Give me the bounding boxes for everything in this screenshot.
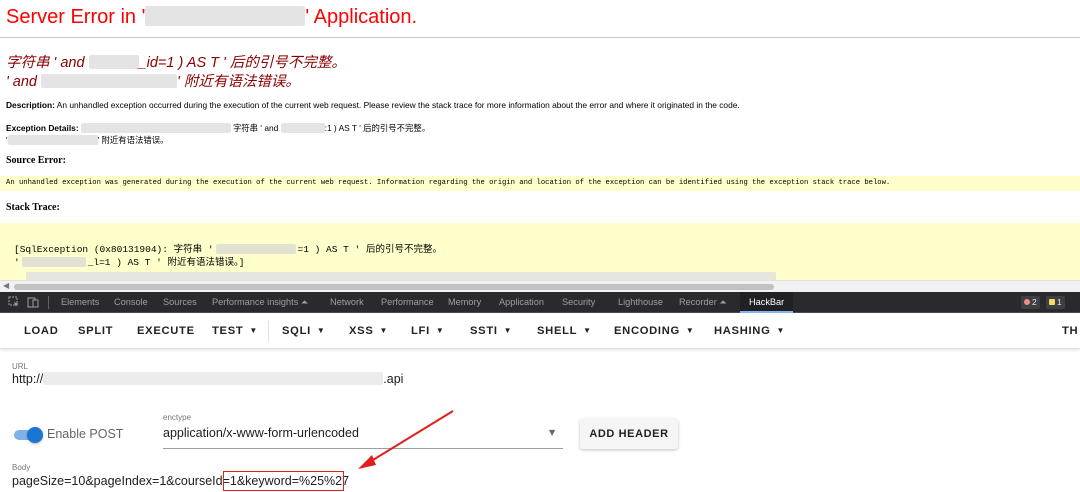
dropdown-caret-icon: ▼ bbox=[583, 326, 592, 335]
error-title-suffix: ' Application. bbox=[305, 6, 418, 28]
tab-console[interactable]: Console bbox=[114, 292, 148, 313]
stack-trace-heading: Stack Trace: bbox=[6, 202, 60, 213]
device-toggle-icon[interactable] bbox=[27, 296, 39, 308]
encoding-menu-button[interactable]: ENCODING ▼ bbox=[614, 313, 695, 349]
stack-trace-line-2: ' _l=1 ) AS T ' 附近有语法错误。] bbox=[14, 257, 245, 268]
server-error-page: Server Error in ' ' Application. 字符串 ' an… bbox=[0, 0, 1080, 292]
dropdown-caret-icon: ▼ bbox=[249, 326, 259, 335]
redacted-text bbox=[7, 135, 98, 145]
tab-sources[interactable]: Sources bbox=[163, 292, 197, 313]
stack-trace-box: [SqlException (0x80131904): 字符串 ' =1 ) AS… bbox=[0, 223, 1080, 280]
tab-lighthouse[interactable]: Lighthouse bbox=[618, 292, 663, 313]
error-icon bbox=[1024, 299, 1030, 305]
toolbar-divider bbox=[268, 321, 269, 342]
add-header-button[interactable]: ADD HEADER bbox=[580, 419, 678, 449]
stack-trace-line-1: [SqlException (0x80131904): 字符串 ' =1 ) AS… bbox=[14, 244, 442, 255]
redacted-text bbox=[88, 55, 139, 69]
tab-security[interactable]: Security bbox=[562, 292, 595, 313]
enctype-label: enctype bbox=[163, 413, 192, 422]
warning-count-badge[interactable]: 1 bbox=[1046, 296, 1065, 309]
toolbar-separator bbox=[48, 296, 49, 309]
arrow-icon bbox=[367, 410, 454, 464]
url-input[interactable]: http://.api bbox=[12, 372, 403, 386]
error-message-line-2: ' and ' 附近有语法错误。 bbox=[6, 74, 300, 90]
arrow-head-icon bbox=[358, 455, 376, 469]
tab-performance[interactable]: Performance bbox=[381, 292, 434, 313]
redacted-text bbox=[21, 257, 86, 267]
enable-post-label[interactable]: Enable POST bbox=[47, 427, 123, 441]
dropdown-caret-icon: ▼ bbox=[776, 326, 786, 335]
redacted-text bbox=[41, 74, 178, 88]
error-message-line-1: 字符串 ' and _id=1 ) AS T ' 后的引号不完整。 bbox=[6, 55, 346, 71]
execute-button[interactable]: EXECUTE bbox=[137, 313, 195, 349]
shell-menu-button[interactable]: SHELL ▼ bbox=[537, 313, 592, 349]
toggle-knob bbox=[27, 427, 43, 443]
lfi-menu-button[interactable]: LFI ▼ bbox=[411, 313, 445, 349]
dropdown-caret-icon: ▼ bbox=[503, 326, 513, 335]
split-button[interactable]: SPLIT bbox=[78, 313, 113, 349]
ssti-menu-button[interactable]: SSTI ▼ bbox=[470, 313, 512, 349]
xss-menu-button[interactable]: XSS ▼ bbox=[349, 313, 388, 349]
inspect-icon[interactable] bbox=[8, 296, 20, 308]
tab-recorder[interactable]: Recorder ⏶ bbox=[679, 292, 727, 313]
hackbar-toolbar: LOAD SPLIT EXECUTE TEST ▼ SQLI ▼ XSS ▼ LFI ▼… bbox=[0, 313, 1080, 349]
dropdown-caret-icon: ▼ bbox=[379, 326, 389, 335]
error-count-badge[interactable]: 2 bbox=[1021, 296, 1040, 309]
warning-icon bbox=[1049, 299, 1055, 305]
tab-network[interactable]: Network bbox=[330, 292, 364, 313]
redacted-text bbox=[26, 272, 776, 280]
title-divider bbox=[0, 37, 1080, 38]
dropdown-caret-icon[interactable]: ▼ bbox=[549, 428, 555, 437]
redacted-text bbox=[80, 123, 231, 133]
load-button[interactable]: LOAD bbox=[24, 313, 59, 349]
enable-post-toggle[interactable] bbox=[14, 427, 43, 443]
source-error-heading: Source Error: bbox=[6, 155, 66, 166]
dropdown-caret-icon: ▼ bbox=[685, 326, 695, 335]
scroll-left-arrow-icon[interactable]: ◀ bbox=[3, 281, 9, 290]
dropdown-caret-icon: ▼ bbox=[316, 326, 326, 335]
description: Description: An unhandled exception occu… bbox=[6, 100, 740, 110]
body-label: Body bbox=[12, 463, 31, 472]
enctype-underline bbox=[163, 448, 563, 449]
tab-memory[interactable]: Memory bbox=[448, 292, 481, 313]
tab-application[interactable]: Application bbox=[499, 292, 544, 313]
dropdown-caret-icon: ▼ bbox=[435, 326, 445, 335]
horizontal-scrollbar[interactable]: ◀ bbox=[0, 280, 1080, 292]
test-menu-button[interactable]: TEST ▼ bbox=[212, 313, 258, 349]
exception-details: Exception Details: 字符串 ' and :1 ) AS T '… bbox=[6, 123, 431, 133]
devtools-tab-bar: Elements Console Sources Performance ins… bbox=[0, 292, 1080, 313]
redacted-text bbox=[280, 123, 325, 133]
scrollbar-thumb[interactable] bbox=[14, 284, 774, 290]
url-label: URL bbox=[12, 362, 29, 371]
source-error-box: An unhandled exception was generated dur… bbox=[0, 176, 1080, 191]
error-title: Server Error in ' ' Application. bbox=[6, 6, 417, 29]
enctype-select[interactable]: application/x-www-form-urlencoded bbox=[163, 426, 359, 440]
hashing-menu-button[interactable]: HASHING ▼ bbox=[714, 313, 785, 349]
redacted-text bbox=[215, 244, 296, 254]
tab-elements[interactable]: Elements bbox=[61, 292, 99, 313]
exception-details-line-2: ' ' 附近有语法错误。 bbox=[6, 135, 169, 145]
truncated-menu-button[interactable]: TH bbox=[1062, 313, 1078, 349]
redacted-app-name bbox=[145, 6, 306, 26]
highlight-box bbox=[223, 471, 344, 491]
redacted-text bbox=[43, 372, 384, 385]
tab-performance-insights[interactable]: Performance insights ⏶ bbox=[212, 292, 308, 313]
error-title-prefix: Server Error in ' bbox=[6, 6, 146, 28]
sqli-menu-button[interactable]: SQLI ▼ bbox=[282, 313, 326, 349]
tab-hackbar[interactable]: HackBar bbox=[740, 292, 794, 313]
